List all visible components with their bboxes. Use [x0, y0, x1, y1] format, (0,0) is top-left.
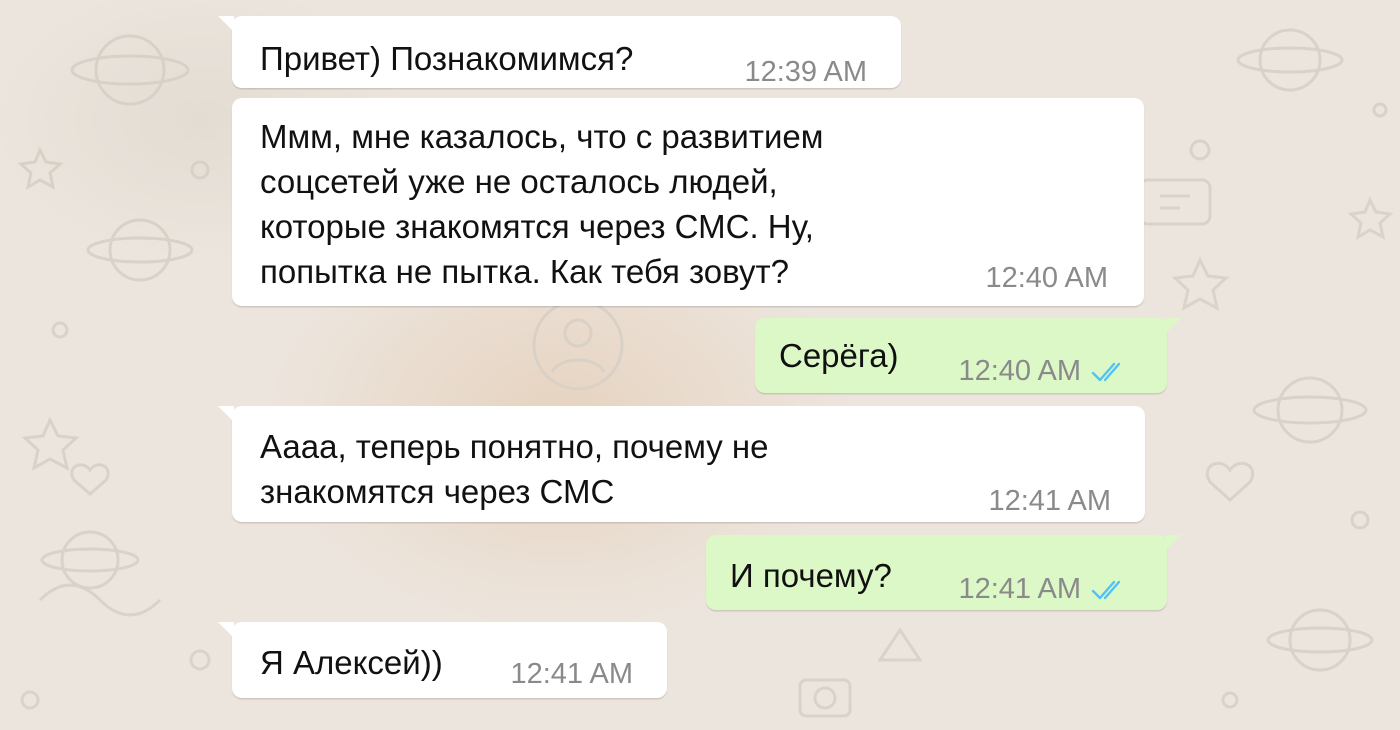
message-meta: 12:40 AM: [958, 349, 1127, 394]
double-check-icon: [1091, 579, 1127, 601]
outgoing-message[interactable]: И почему? 12:41 AM: [706, 535, 1181, 612]
message-timestamp: 12:41 AM: [510, 658, 633, 690]
bubble-tail: [218, 406, 234, 422]
message-timestamp: 12:39 AM: [744, 56, 867, 88]
bubble-tail: [1165, 318, 1181, 334]
message-timestamp: 12:40 AM: [958, 355, 1081, 387]
bubble-tail: [218, 16, 234, 32]
message-text: Серёга): [779, 337, 899, 374]
double-check-icon: [1091, 361, 1127, 383]
incoming-message[interactable]: Аааа, теперь понятно, почему не знакомят…: [218, 406, 1145, 524]
outgoing-message[interactable]: Серёга) 12:40 AM: [755, 318, 1181, 394]
message-text: И почему?: [730, 557, 892, 594]
message-timestamp: 12:41 AM: [958, 573, 1081, 605]
message-meta: 12:41 AM: [988, 479, 1111, 524]
incoming-message[interactable]: Я Алексей)) 12:41 AM: [218, 622, 667, 698]
message-meta: 12:41 AM: [958, 567, 1127, 612]
bubble-tail: [218, 622, 234, 638]
incoming-message[interactable]: Ммм, мне казалось, что с развитием соцсе…: [232, 98, 1144, 306]
incoming-message[interactable]: Привет) Познакомимся? 12:39 AM: [218, 16, 901, 88]
message-text: Аааа, теперь понятно, почему не знакомят…: [260, 428, 769, 510]
message-meta: 12:40 AM: [985, 256, 1108, 301]
message-timestamp: 12:40 AM: [985, 262, 1108, 294]
message-text: Ммм, мне казалось, что с развитием соцсе…: [260, 118, 824, 290]
message-text: Я Алексей)): [260, 644, 443, 681]
message-meta: 12:41 AM: [510, 652, 633, 697]
message-meta: 12:39 AM: [744, 50, 867, 95]
bubble-tail: [1165, 535, 1181, 551]
message-text: Привет) Познакомимся?: [260, 40, 634, 77]
message-timestamp: 12:41 AM: [988, 485, 1111, 517]
